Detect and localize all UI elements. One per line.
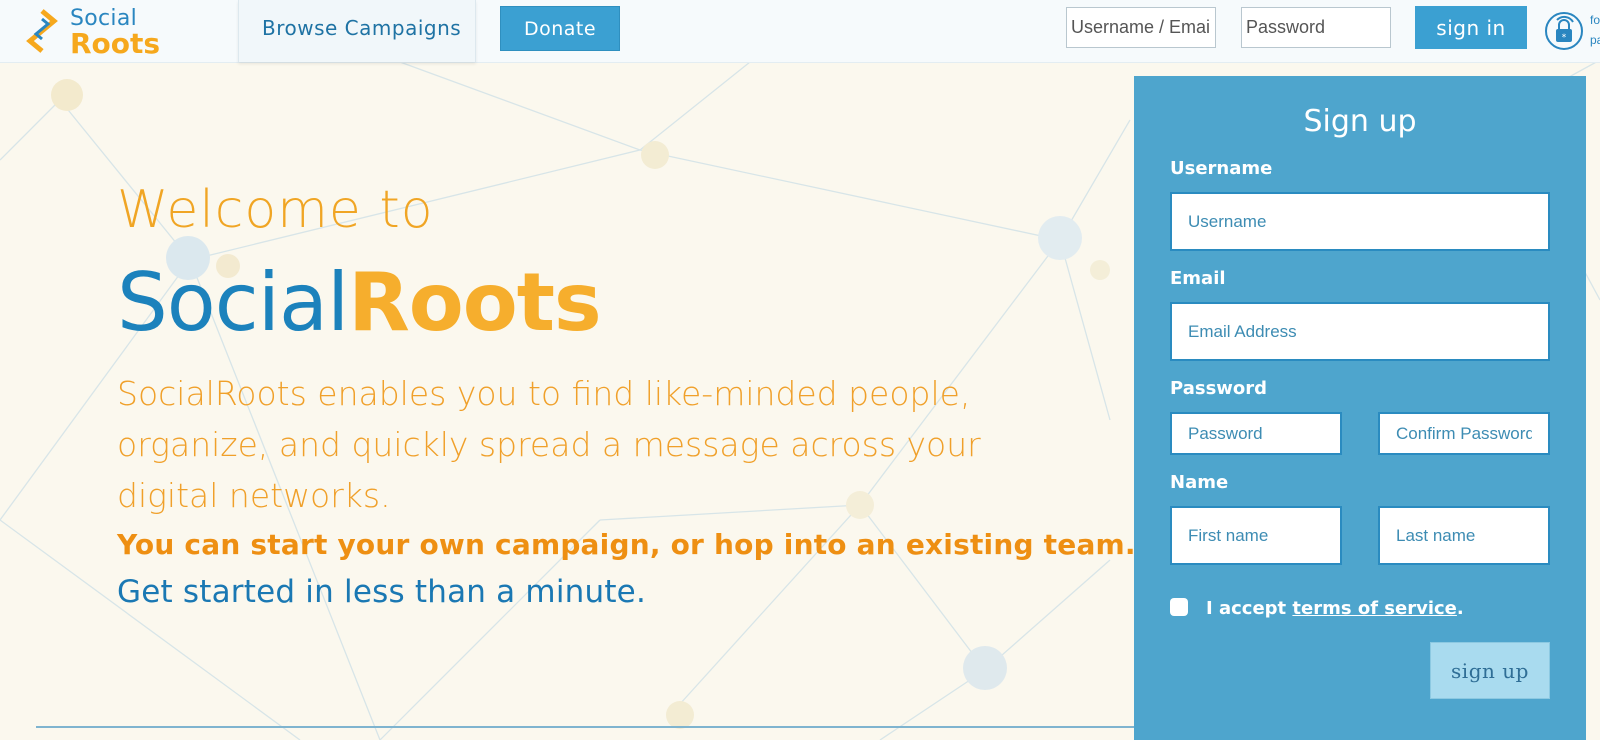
signup-title: Sign up bbox=[1303, 104, 1417, 139]
donate-button[interactable]: Donate bbox=[500, 6, 620, 51]
logo-text-roots: Roots bbox=[70, 27, 161, 60]
browse-campaigns-link[interactable]: Browse Campaigns bbox=[262, 16, 461, 40]
login-username-input[interactable] bbox=[1066, 7, 1216, 48]
terms-label: I accept terms of service. bbox=[1206, 598, 1464, 619]
divider bbox=[36, 726, 1136, 728]
signup-confirm-password-input[interactable] bbox=[1378, 412, 1550, 455]
signup-email-input[interactable] bbox=[1170, 302, 1550, 361]
terms-prefix: I accept bbox=[1206, 598, 1293, 619]
sign-in-button[interactable]: sign in bbox=[1415, 6, 1527, 49]
sign-up-button[interactable]: sign up bbox=[1430, 642, 1550, 699]
password-label: Password bbox=[1170, 378, 1268, 399]
terms-suffix: . bbox=[1456, 598, 1464, 619]
forgot-password-lock-icon[interactable]: * bbox=[1543, 10, 1585, 52]
username-label: Username bbox=[1170, 158, 1273, 179]
signup-panel: Sign up Username Email Password Name I a… bbox=[1134, 76, 1586, 740]
brand-social-text: Social bbox=[117, 256, 349, 349]
signup-username-input[interactable] bbox=[1170, 192, 1550, 251]
hero-description: SocialRoots enables you to find like-min… bbox=[117, 374, 981, 515]
svg-text:*: * bbox=[1562, 33, 1567, 43]
terms-of-service-link[interactable]: terms of service bbox=[1292, 598, 1456, 619]
signup-first-name-input[interactable] bbox=[1170, 506, 1342, 565]
brand-heading: SocialRoots bbox=[117, 256, 602, 349]
terms-checkbox[interactable] bbox=[1170, 598, 1188, 616]
signup-last-name-input[interactable] bbox=[1378, 506, 1550, 565]
socialroots-logo[interactable]: Social Roots bbox=[26, 5, 176, 60]
welcome-heading: Welcome to bbox=[117, 180, 434, 240]
hero-cta-campaign: You can start your own campaign, or hop … bbox=[117, 528, 1136, 561]
brand-roots-text: Roots bbox=[348, 256, 601, 349]
hero-cta-started: Get started in less than a minute. bbox=[117, 574, 647, 610]
hero-section: Welcome to SocialRoots SocialRoots enabl… bbox=[0, 62, 1136, 740]
login-password-input[interactable] bbox=[1241, 7, 1391, 48]
top-header: Social Roots Browse Campaigns Donate sig… bbox=[0, 0, 1600, 63]
name-label: Name bbox=[1170, 472, 1229, 493]
email-label: Email bbox=[1170, 268, 1226, 289]
logo-mark-icon bbox=[26, 9, 58, 53]
signup-password-input[interactable] bbox=[1170, 412, 1342, 455]
forgot-password-link[interactable]: forgot password bbox=[1590, 10, 1600, 50]
